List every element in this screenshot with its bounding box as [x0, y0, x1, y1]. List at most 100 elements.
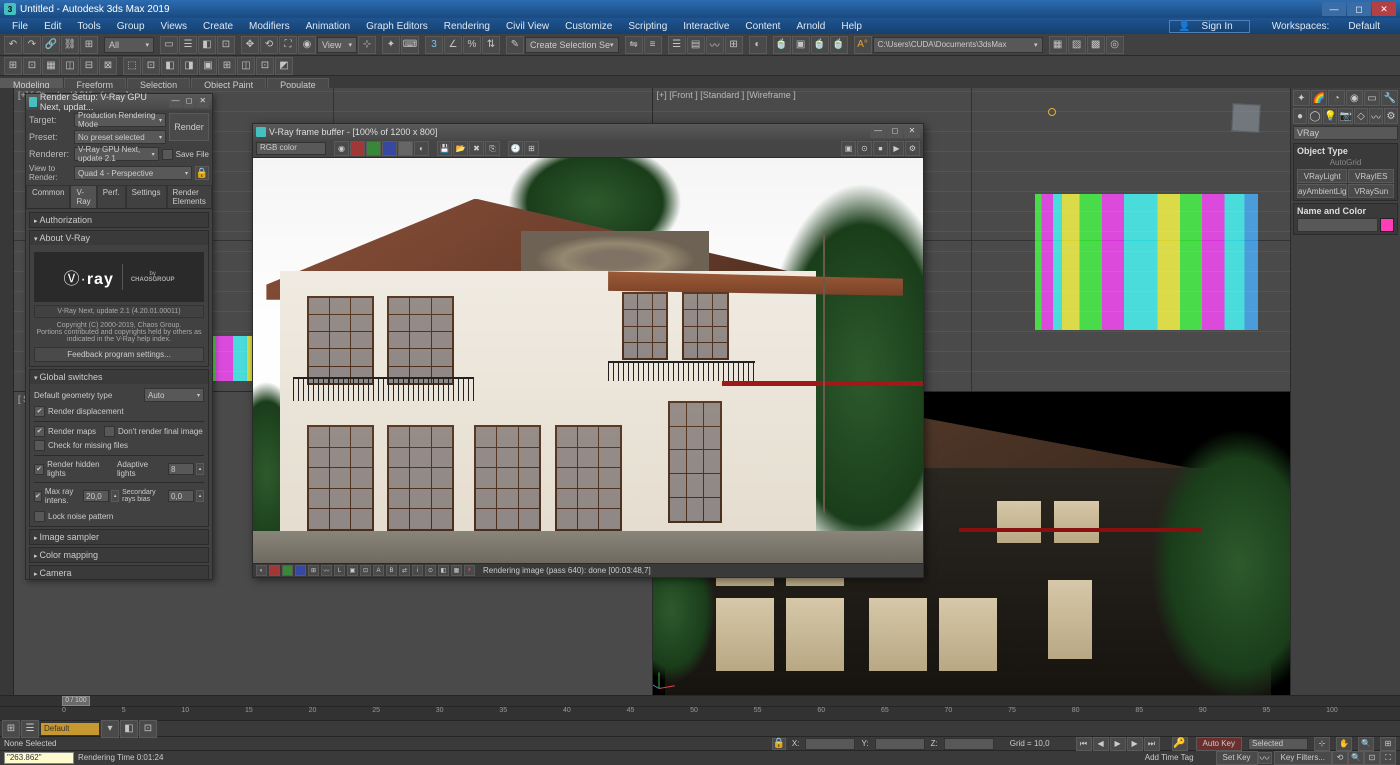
fb-mini-15[interactable]: ◧ — [438, 565, 449, 576]
green-channel-button[interactable] — [366, 141, 381, 156]
menu-group[interactable]: Group — [109, 21, 153, 32]
clear-button[interactable]: ✖ — [469, 141, 484, 156]
time-slider-track[interactable]: 0 / 100 — [0, 696, 1400, 706]
duplicate-button[interactable]: ⊞ — [524, 141, 539, 156]
redo-button[interactable]: ↷ — [23, 36, 41, 54]
save-file-check[interactable]: Save File — [162, 149, 209, 160]
fb-mini-16[interactable]: ▦ — [451, 565, 462, 576]
view-select[interactable]: Quad 4 - Perspective — [74, 166, 192, 180]
rollout-about[interactable]: About V-Ray — [30, 231, 208, 245]
hierarchy-tab-icon[interactable]: ◔ — [1328, 90, 1345, 106]
secondary-input[interactable] — [168, 490, 194, 502]
schematic-view-button[interactable]: ⊞ — [725, 36, 743, 54]
dont-render-check[interactable]: Don't render final image — [104, 426, 203, 437]
tb2-6[interactable]: ⊠ — [99, 57, 117, 75]
menu-rendering[interactable]: Rendering — [436, 21, 498, 32]
rollout-auth[interactable]: Authorization — [30, 213, 208, 227]
rendered-frame-button[interactable]: ▣ — [792, 36, 810, 54]
layer-btn-4[interactable]: ◧ — [120, 720, 138, 738]
menu-edit[interactable]: Edit — [36, 21, 69, 32]
select-name-button[interactable]: ☰ — [179, 36, 197, 54]
stop-button[interactable]: ⏹ — [873, 141, 888, 156]
render-disp-check[interactable]: Render displacement — [34, 406, 204, 417]
fb-mini-1[interactable]: ◐ — [256, 565, 267, 576]
load-image-button[interactable]: 📂 — [453, 141, 468, 156]
material-editor-button[interactable]: ◐ — [749, 36, 767, 54]
tab-common[interactable]: Common — [26, 185, 70, 208]
viewport-label-tr[interactable]: [+] [Front ] [Standard ] [Wireframe ] — [657, 90, 796, 100]
menu-tools[interactable]: Tools — [69, 21, 108, 32]
adaptive-lights-input[interactable] — [168, 463, 194, 475]
percent-snap-button[interactable]: % — [463, 36, 481, 54]
curve-editor-button[interactable]: 〰 — [706, 36, 724, 54]
key-mode-select[interactable]: Selected — [1248, 738, 1308, 750]
menu-scripting[interactable]: Scripting — [620, 21, 675, 32]
fb-mini-10[interactable]: A — [373, 565, 384, 576]
dialog-maximize[interactable]: ◻ — [183, 96, 196, 108]
nav-6[interactable]: 🔍 — [1348, 751, 1364, 765]
toggle-ribbon-button[interactable]: ▤ — [687, 36, 705, 54]
fb-close[interactable]: ✕ — [904, 126, 920, 138]
keyfilter-icon[interactable]: 〰 — [1258, 752, 1272, 764]
pivot-button[interactable]: ⊹ — [358, 36, 376, 54]
keyfilters-button[interactable]: Key Filters... — [1274, 751, 1332, 765]
window-minimize[interactable]: — — [1322, 2, 1346, 16]
menu-civilview[interactable]: Civil View — [498, 21, 557, 32]
framebuffer-titlebar[interactable]: V-Ray frame buffer - [100% of 1200 x 800… — [253, 124, 923, 140]
vrayies-button[interactable]: VRayIES — [1348, 169, 1394, 183]
open-autodesk-button[interactable]: A° — [854, 36, 872, 54]
goto-start-button[interactable]: ⏮ — [1076, 737, 1092, 751]
tb2-10[interactable]: ◨ — [180, 57, 198, 75]
render-maps-check[interactable]: Render maps — [34, 426, 96, 437]
named-selection[interactable]: Create Selection Se — [525, 37, 619, 53]
rollout-globals[interactable]: Global switches — [30, 370, 208, 384]
menu-interactive[interactable]: Interactive — [675, 21, 737, 32]
tab-perf[interactable]: Perf. — [97, 185, 126, 208]
lights-icon[interactable]: 💡 — [1323, 108, 1337, 124]
menu-grapheditors[interactable]: Graph Editors — [358, 21, 436, 32]
time-slider-handle[interactable]: 0 / 100 — [62, 696, 90, 706]
layer-name[interactable]: Default — [40, 722, 100, 736]
history-button[interactable]: 🕘 — [508, 141, 523, 156]
menu-modifiers[interactable]: Modifiers — [241, 21, 298, 32]
fb-mini-6[interactable]: 〰 — [321, 565, 332, 576]
motion-tab-icon[interactable]: ◉ — [1346, 90, 1363, 106]
maxscript-listener[interactable] — [4, 752, 74, 764]
render-last-button[interactable]: ▶ — [889, 141, 904, 156]
unlink-button[interactable]: ⛓ — [61, 36, 79, 54]
nav-2[interactable]: ✋ — [1336, 737, 1352, 751]
placement-button[interactable]: ◉ — [298, 36, 316, 54]
time-ruler[interactable]: 0510152025303540455055606570758085909510… — [0, 706, 1400, 720]
workspace-selector[interactable]: Workspaces: Default — [1256, 21, 1396, 32]
tb-extra-3[interactable]: ▩ — [1087, 36, 1105, 54]
layer-btn-1[interactable]: ⊞ — [2, 720, 20, 738]
render-button[interactable]: Render — [169, 113, 209, 141]
lock-selection-icon[interactable]: 🔒 — [772, 738, 786, 750]
fb-mini-11[interactable]: B — [386, 565, 397, 576]
render-setup-button[interactable]: 🍵 — [773, 36, 791, 54]
select-region-button[interactable]: ◧ — [198, 36, 216, 54]
setkey-button[interactable]: Set Key — [1216, 751, 1258, 765]
maxray-input[interactable] — [83, 490, 109, 502]
coord-x-input[interactable] — [805, 738, 855, 750]
render-production-button[interactable]: 🍵 — [811, 36, 829, 54]
region-render-button[interactable]: ▣ — [841, 141, 856, 156]
sign-in-button[interactable]: 👤 Sign In — [1169, 20, 1250, 33]
menu-customize[interactable]: Customize — [557, 21, 620, 32]
tb2-12[interactable]: ⊞ — [218, 57, 236, 75]
target-select[interactable]: Production Rendering Mode — [74, 113, 166, 127]
select-manipulate-button[interactable]: ✦ — [382, 36, 400, 54]
fb-mini-12[interactable]: ⇄ — [399, 565, 410, 576]
fb-mini-2[interactable] — [269, 565, 280, 576]
move-button[interactable]: ✥ — [241, 36, 259, 54]
angle-snap-button[interactable]: ∠ — [444, 36, 462, 54]
window-crossing-button[interactable]: ⊡ — [217, 36, 235, 54]
ref-coord-system[interactable]: View — [317, 37, 357, 53]
feedback-link[interactable]: Feedback program settings... — [34, 347, 204, 362]
nav-5[interactable]: ⟲ — [1332, 751, 1348, 765]
viewcube-icon[interactable] — [1222, 94, 1270, 142]
display-tab-icon[interactable]: ▭ — [1364, 90, 1381, 106]
nav-4[interactable]: ⊞ — [1380, 737, 1396, 751]
dialog-close[interactable]: ✕ — [196, 96, 209, 108]
fb-maximize[interactable]: ◻ — [887, 126, 903, 138]
